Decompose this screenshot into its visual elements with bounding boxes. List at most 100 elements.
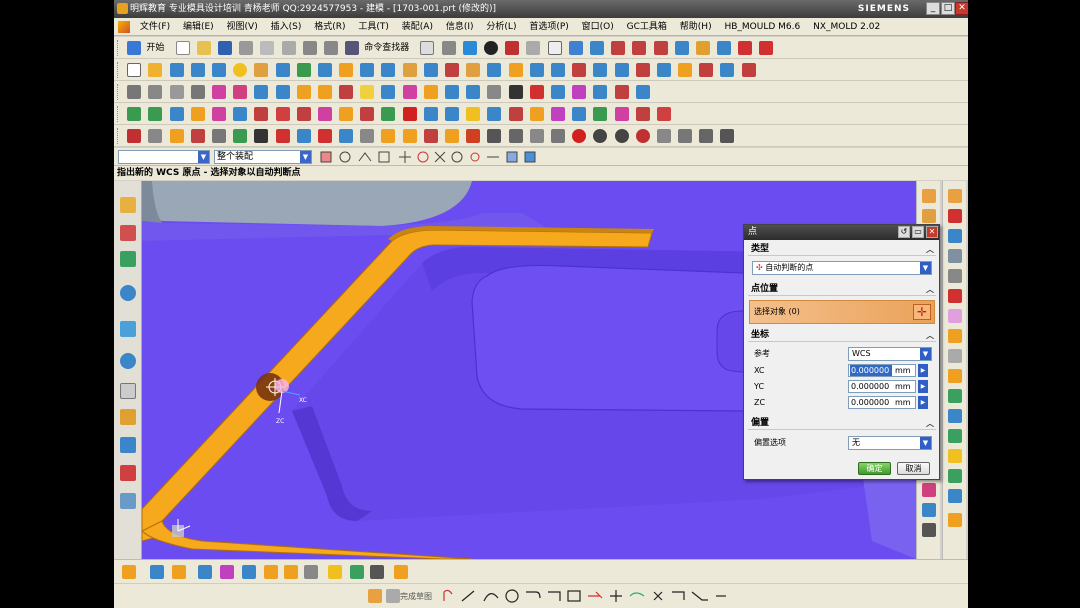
finish-sketch-label[interactable]: 完成草图 [400,591,432,602]
cavity-layout-icon[interactable] [233,107,248,121]
hb-tool-22-icon[interactable] [572,129,587,143]
hb-tool-14-icon[interactable] [402,129,417,143]
wcs-origin-icon[interactable] [611,41,626,55]
point-type-dropdown[interactable]: ✣ 自动判断的点 ▼ [752,261,932,275]
subtract-icon[interactable] [381,63,396,77]
rt2-tool-17-icon[interactable] [948,513,962,527]
maximize-button[interactable]: □ [941,2,955,15]
selection-scope-dropdown[interactable]: 整个装配 ▼ [214,150,312,164]
rt2-tool-15-icon[interactable] [948,469,962,483]
hole-table-icon[interactable] [593,107,608,121]
reuse-library-icon[interactable] [120,285,136,301]
sketch-chamfer-icon[interactable] [548,591,561,601]
system-materials-icon[interactable] [120,383,136,399]
deviation-icon[interactable] [593,85,608,99]
hb-tool-5-icon[interactable] [211,129,226,143]
sketch-curve-tools[interactable] [440,588,730,604]
curve-icon[interactable] [699,63,714,77]
thicken-icon[interactable] [614,63,629,77]
shaded-icon[interactable] [484,41,499,55]
point-dialog-titlebar[interactable]: 点 ↺ ▭ ✕ [744,225,939,240]
shell-icon[interactable] [508,63,523,77]
chevron-up-icon[interactable]: ︿ [926,283,934,296]
menu-gc-toolkit[interactable]: GC工具箱 [622,18,672,36]
analysis-icon[interactable] [529,85,544,99]
snap-control-icon[interactable] [339,151,351,163]
rt2-tool-13-icon[interactable] [948,429,962,443]
chevron-up-icon[interactable]: ︿ [926,243,934,256]
part-navigator-icon[interactable] [120,251,136,267]
menu-edit[interactable]: 编辑(E) [178,18,219,36]
boss-icon[interactable] [275,63,290,77]
chamfer-icon[interactable] [487,63,502,77]
mold-tools-icon[interactable] [275,107,290,121]
intersect-icon[interactable] [402,63,417,77]
snap-quadrant-icon[interactable] [434,151,446,163]
rt2-tool-1-icon[interactable] [948,189,962,203]
offset-section-header[interactable]: 偏置 ︿ [748,417,936,430]
rt2-tool-11-icon[interactable] [948,389,962,403]
rt1-tool-17-icon[interactable] [922,523,936,537]
electrode-icon[interactable] [487,107,502,121]
wcs-handle[interactable] [275,379,289,393]
menu-help[interactable]: 帮助(H) [675,18,717,36]
line-icon[interactable] [738,41,753,55]
zc-value[interactable]: 0.000000 [850,397,892,408]
split-body-icon[interactable] [445,63,459,77]
resize-blend-icon[interactable] [211,85,226,99]
start-icon[interactable] [127,41,142,55]
process-studio-icon[interactable] [120,409,136,425]
cooling-icon[interactable] [466,107,481,121]
assembly-navigator-icon[interactable] [120,197,136,213]
redo-icon[interactable] [323,41,338,55]
wcs-save-icon[interactable] [717,41,732,55]
trim-mold-icon[interactable] [508,107,523,121]
drawing-icon[interactable] [572,107,587,121]
hb-tool-8-icon[interactable] [275,129,290,143]
hb-tool-27-icon[interactable] [678,129,693,143]
core-insert-face[interactable] [142,181,472,226]
sew-icon[interactable] [635,63,650,77]
wcs-dynamic-icon[interactable] [632,41,647,55]
copy-icon[interactable] [260,41,275,55]
section-view-icon[interactable] [445,85,459,99]
hb-tool-20-icon[interactable] [529,129,544,143]
snap-midpoint-icon[interactable] [358,152,372,162]
move-face-icon[interactable] [127,85,142,99]
bt-tool-13-icon[interactable] [394,565,408,579]
bt-tool-1-icon[interactable] [122,565,136,579]
bt-tool-2-icon[interactable] [150,565,164,579]
pull-face-icon[interactable] [148,85,163,99]
cylinder-icon[interactable] [211,63,226,77]
sketch-circle-icon[interactable] [505,589,519,603]
background-icon[interactable] [547,41,562,55]
constraint-navigator-icon[interactable] [120,225,136,241]
wcs-orient-icon[interactable] [674,41,689,55]
view-manager-icon[interactable] [614,107,629,121]
wcs-rotate-icon[interactable] [653,41,668,55]
angular-dimension-icon[interactable] [402,85,417,99]
emboss-icon[interactable] [339,63,354,77]
rt1-tool-15-icon[interactable] [922,483,936,497]
hb-tool-23-icon[interactable] [593,129,608,143]
parting-icon[interactable] [296,107,311,121]
shrinkage-icon[interactable] [190,107,205,121]
cut-icon[interactable] [239,41,254,55]
hb-tool-6-icon[interactable] [233,129,248,143]
make-coaxial-icon[interactable] [317,85,332,99]
chevron-up-icon[interactable]: ︿ [926,329,934,342]
bt-tool-6-icon[interactable] [242,565,256,579]
arc-icon[interactable] [759,41,774,55]
bt-tool-4-icon[interactable] [198,565,212,579]
hb-tool-10-icon[interactable] [317,129,332,143]
minimize-button[interactable]: _ [926,2,940,15]
yc-spin-icon[interactable]: ▶ [918,380,928,393]
xc-input[interactable]: 0.000000 mm [848,364,916,377]
view-orientation-icon[interactable] [526,41,541,55]
hb-tool-18-icon[interactable] [487,129,502,143]
sketch-extend-icon[interactable] [672,591,685,600]
menu-tools[interactable]: 工具(T) [353,18,394,36]
sketch-spline-icon[interactable] [629,592,645,597]
mold-csys-icon[interactable] [169,107,184,121]
project-curve-icon[interactable] [741,63,756,77]
